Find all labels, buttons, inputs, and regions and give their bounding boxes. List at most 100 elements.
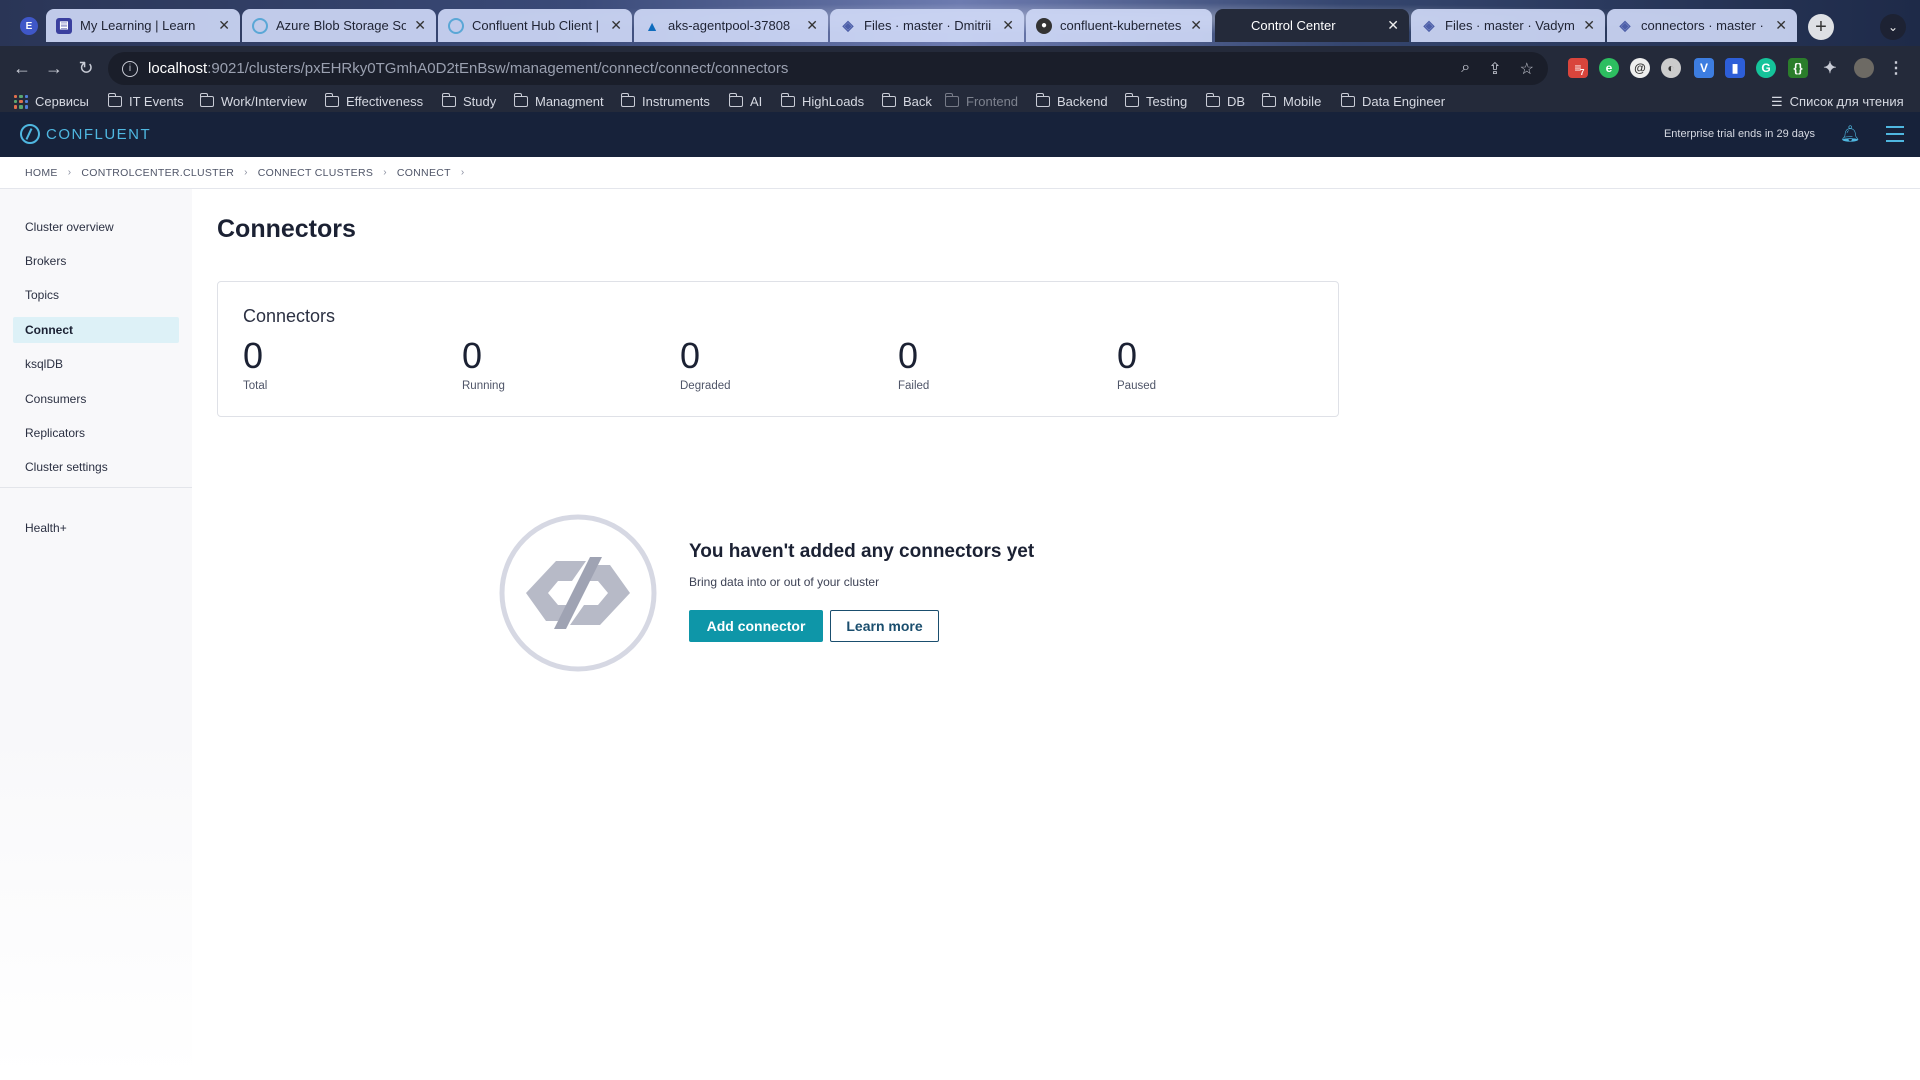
close-icon[interactable]: ✕ [218,17,230,34]
forward-icon[interactable]: → [43,57,65,79]
todoist-extension-icon[interactable]: ≡ 7 [1568,58,1588,78]
sidebar-item-replicators[interactable]: Replicators [13,420,179,446]
bookmark-label: Mobile [1283,94,1322,109]
learn-more-button[interactable]: Learn more [830,610,939,642]
stat-label: Running [462,380,505,392]
browser-tab[interactable]: ◈ connectors · master · ✕ [1607,9,1797,42]
bookmark-folder[interactable]: Testing [1124,91,1187,112]
folder-icon [199,93,214,107]
extensions-puzzle-icon[interactable]: ✦ [1820,58,1840,78]
new-tab-button[interactable]: + [1808,14,1834,40]
grammar-extension-icon[interactable]: @ [1630,58,1650,78]
stat-running: 0 Running [462,335,612,393]
omnibox-actions: ⌕ ⇪ ☆ [1461,59,1534,79]
sidebar-item-ksqldb[interactable]: ksqlDB [13,351,179,377]
translate-extension-icon[interactable]: ◐ [1661,58,1681,78]
chevron-right-icon: › [244,167,248,178]
bookmark-star-icon[interactable]: ☆ [1520,59,1534,79]
tab-title: Files · master · Dmitrii [864,18,992,33]
reload-icon[interactable]: ↻ [75,57,97,79]
url-path: :9021/clusters/pxEHRky0TGmhA0D2tEnBsw/ma… [207,60,789,77]
bookmark-folder[interactable]: Backend [1035,91,1108,112]
bookmark-apps[interactable]: Сервисы [14,91,89,112]
bookmark-label: AI [750,94,763,109]
folder-icon [944,93,959,107]
browser-tab-active[interactable]: Control Center ✕ [1215,9,1409,42]
breadcrumb-item-cluster[interactable]: CONTROLCENTER.CLUSTER [81,167,234,179]
bookmark-folder[interactable]: Work/Interview [199,91,307,112]
breadcrumb-item-connect-clusters[interactable]: CONNECT CLUSTERS [258,167,373,179]
browser-tab[interactable]: ◈ Files · master · Dmitrii ✕ [830,9,1024,42]
empty-state-subtitle: Bring data into or out of your cluster [689,575,880,589]
close-icon[interactable]: ✕ [414,17,426,34]
breadcrumb-item-home[interactable]: HOME [25,167,58,179]
breadcrumb-item-connect[interactable]: CONNECT [397,167,451,179]
bookmark-folder[interactable]: Managment [513,91,604,112]
profile-avatar[interactable]: E [20,17,38,35]
folder-icon [107,93,122,107]
bookmark-folder[interactable]: Instruments [620,91,710,112]
bookmark-label: Effectiveness [346,94,424,109]
close-icon[interactable]: ✕ [1002,17,1014,34]
site-info-icon[interactable]: i [122,60,138,77]
bookmark-folder[interactable]: DB [1205,91,1245,112]
back-icon[interactable]: ← [11,57,33,79]
bookmark-folder[interactable]: Back [881,91,932,112]
sidebar-item-health-plus[interactable]: Health+ [13,515,179,541]
bookmark-label: Managment [535,94,604,109]
grammarly-extension-icon[interactable]: G [1756,58,1776,78]
sidebar-item-cluster-overview[interactable]: Cluster overview [13,214,179,240]
browser-tab[interactable]: Confluent Hub Client | ✕ [438,9,632,42]
tab-title: confluent-kubernetes- [1060,18,1183,33]
confluent-logo[interactable]: CONFLUENT [20,124,151,144]
bookmark-folder[interactable]: Frontend [944,91,1018,112]
sidebar-item-consumers[interactable]: Consumers [13,386,179,412]
notification-bell-icon[interactable]: 🔔︎ [1840,124,1860,144]
browser-tab[interactable]: ◈ Files · master · Vadym ✕ [1411,9,1605,42]
bookmark-folder[interactable]: Data Engineer [1340,91,1445,112]
stat-value: 0 [462,335,483,376]
confluent-logo-icon [20,124,40,144]
bookmark-folder[interactable]: Effectiveness [324,91,424,112]
brand-name: CONFLUENT [46,125,152,143]
bookmark-folder[interactable]: HighLoads [780,91,864,112]
evernote-extension-icon[interactable]: e [1599,58,1619,78]
profile-avatar-icon[interactable] [1854,58,1874,78]
bookmark-folder[interactable]: IT Events [107,91,184,112]
sidebar-item-connect[interactable]: Connect [13,317,179,343]
close-icon[interactable]: ✕ [610,17,622,34]
close-icon[interactable]: ✕ [1583,17,1595,34]
sidebar-item-topics[interactable]: Topics [13,282,179,308]
tab-search-button[interactable]: ⌄ [1880,14,1906,40]
chevron-right-icon: › [383,167,387,178]
close-icon[interactable]: ✕ [1387,17,1399,34]
reading-list[interactable]: ☰ Список для чтения [1771,91,1904,112]
share-icon[interactable]: ⇪ [1488,59,1501,79]
bookmark-folder[interactable]: AI [728,91,763,112]
add-connector-button[interactable]: Add connector [689,610,823,642]
github-icon: ● [1036,17,1052,34]
bookmark-folder[interactable]: Mobile [1261,91,1322,112]
json-extension-icon[interactable]: {} [1788,58,1808,78]
zoom-icon[interactable]: ⌕ [1461,59,1470,79]
menu-hamburger-icon[interactable] [1886,126,1904,147]
close-icon[interactable]: ✕ [1190,17,1202,34]
close-icon[interactable]: ✕ [1775,17,1787,34]
browser-tab[interactable]: ▤ My Learning | Learn ✕ [46,9,240,42]
notes-extension-icon[interactable]: ▮ [1725,58,1745,78]
bookmark-folder[interactable]: Study [441,91,496,112]
browser-tab[interactable]: ▲ aks-agentpool-37808 ✕ [634,9,828,42]
close-icon[interactable]: ✕ [806,17,818,34]
learn-icon: ▤ [56,17,72,34]
gitlab-icon: ◈ [1423,17,1435,33]
address-bar[interactable]: i localhost:9021/clusters/pxEHRky0TGmhA0… [108,52,1548,85]
trial-notice: Enterprise trial ends in 29 days [1663,128,1815,140]
sidebar-item-brokers[interactable]: Brokers [13,248,179,274]
vpn-extension-icon[interactable]: V [1694,58,1714,78]
url-text[interactable]: localhost:9021/clusters/pxEHRky0TGmhA0D2… [148,60,788,77]
browser-menu-icon[interactable]: ⋮ [1886,58,1906,78]
browser-tab[interactable]: ● confluent-kubernetes- ✕ [1026,9,1212,42]
browser-tab[interactable]: Azure Blob Storage So ✕ [242,9,436,42]
sidebar-item-cluster-settings[interactable]: Cluster settings [13,454,179,480]
folder-icon [441,93,456,107]
